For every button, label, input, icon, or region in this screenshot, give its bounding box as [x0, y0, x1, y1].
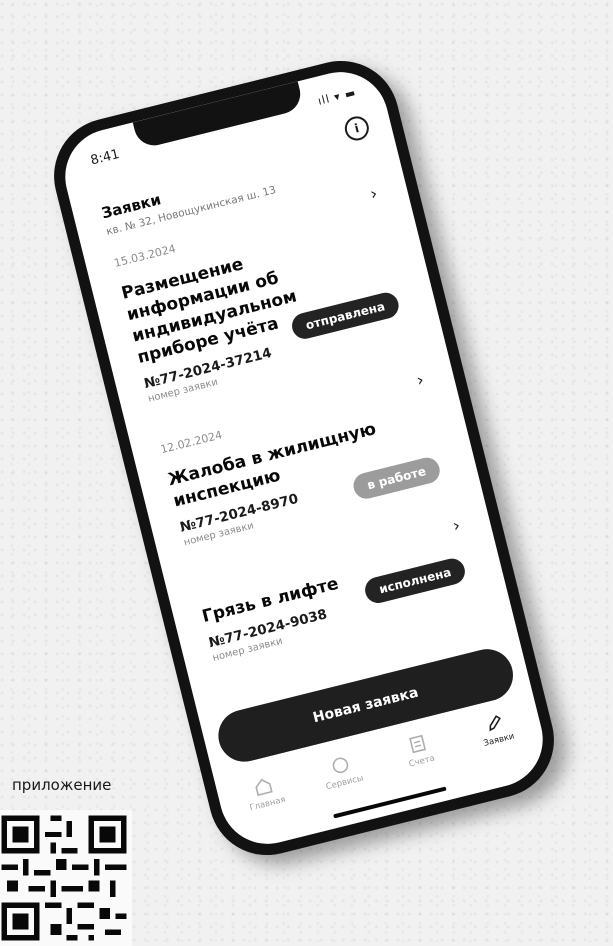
- phone-mockup: 8:41 ıll ▾ ▬ i Заявки кв. № 32, Новощуки…: [41, 48, 567, 868]
- pencil-icon: [489, 715, 501, 732]
- chevron-right-icon[interactable]: ›: [451, 516, 462, 537]
- tab-requests[interactable]: Заявки: [453, 703, 539, 754]
- status-icons: ıll ▾ ▬: [316, 85, 358, 108]
- request-card[interactable]: › Грязь в лифте №77-2024-9038 номер заяв…: [198, 516, 485, 664]
- home-icon: [255, 778, 273, 797]
- request-card[interactable]: 12.02.2024 › Жалоба в жилищную инспекцию…: [159, 370, 457, 548]
- qr-code-image: [0, 810, 132, 946]
- bills-icon: [409, 734, 427, 754]
- notch: [132, 81, 305, 150]
- tab-services[interactable]: Сервисы: [299, 746, 385, 797]
- phone-screen: 8:41 ıll ▾ ▬ i Заявки кв. № 32, Новощуки…: [55, 61, 553, 855]
- status-time: 8:41: [89, 146, 122, 169]
- tab-bills[interactable]: Счета: [376, 725, 462, 776]
- promo-text: приложение: [12, 776, 112, 794]
- info-icon[interactable]: i: [342, 113, 372, 143]
- services-icon: [332, 757, 349, 774]
- tab-home[interactable]: Главная: [222, 767, 308, 818]
